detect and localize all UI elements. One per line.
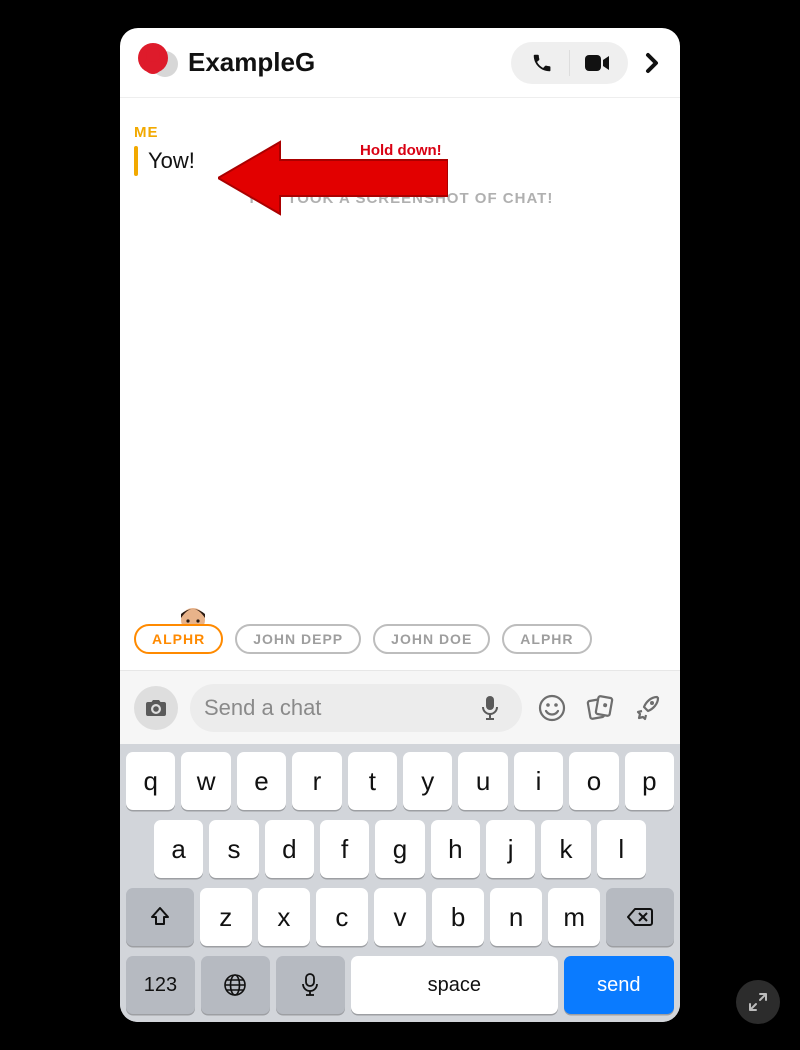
key-globe[interactable] <box>201 956 270 1014</box>
key-r[interactable]: r <box>292 752 341 810</box>
keyboard-row-2: a s d f g h j k l <box>126 820 674 878</box>
key-send[interactable]: send <box>564 956 674 1014</box>
microphone-icon <box>302 973 318 997</box>
key-q[interactable]: q <box>126 752 175 810</box>
collapse-icon <box>747 991 769 1013</box>
collapse-button[interactable] <box>736 980 780 1024</box>
mention-pill[interactable]: JOHN DOE <box>373 624 490 654</box>
annotation-arrow <box>218 138 448 228</box>
cards-button[interactable] <box>582 690 618 726</box>
mention-pill[interactable]: ALPHR <box>502 624 591 654</box>
key-d[interactable]: d <box>265 820 314 878</box>
key-e[interactable]: e <box>237 752 286 810</box>
chat-input-bar: Send a chat <box>120 670 680 744</box>
key-u[interactable]: u <box>458 752 507 810</box>
key-i[interactable]: i <box>514 752 563 810</box>
key-w[interactable]: w <box>181 752 230 810</box>
chat-title[interactable]: ExampleG <box>188 47 511 78</box>
key-b[interactable]: b <box>432 888 484 946</box>
key-k[interactable]: k <box>541 820 590 878</box>
call-buttons-group <box>511 42 628 84</box>
camera-icon <box>145 698 167 718</box>
rocket-button[interactable] <box>630 690 666 726</box>
key-m[interactable]: m <box>548 888 600 946</box>
mic-button[interactable] <box>472 690 508 726</box>
key-dictation[interactable] <box>276 956 345 1014</box>
chat-header: ExampleG <box>120 28 680 98</box>
mention-suggestions: ALPHR JOHN DEPP JOHN DOE ALPHR <box>130 620 680 660</box>
key-o[interactable]: o <box>569 752 618 810</box>
annotation-label: Hold down! <box>360 142 442 159</box>
key-n[interactable]: n <box>490 888 542 946</box>
sender-label: ME <box>134 124 159 141</box>
chat-body: ME Yow! YOU TOOK A SCREENSHOT OF CHAT! H… <box>120 98 680 670</box>
globe-icon <box>223 973 247 997</box>
key-y[interactable]: y <box>403 752 452 810</box>
key-f[interactable]: f <box>320 820 369 878</box>
key-j[interactable]: j <box>486 820 535 878</box>
key-space[interactable]: space <box>351 956 558 1014</box>
system-message: YOU TOOK A SCREENSHOT OF CHAT! <box>120 190 680 207</box>
chat-input-placeholder: Send a chat <box>204 695 472 721</box>
smiley-icon <box>538 694 566 722</box>
video-icon <box>584 53 610 73</box>
keyboard-row-1: q w e r t y u i o p <box>126 752 674 810</box>
key-c[interactable]: c <box>316 888 368 946</box>
key-a[interactable]: a <box>154 820 203 878</box>
group-avatar[interactable] <box>138 43 178 83</box>
keyboard-row-3: z x c v b n m <box>126 888 674 946</box>
microphone-icon <box>481 695 499 721</box>
audio-call-button[interactable] <box>515 45 569 81</box>
key-z[interactable]: z <box>200 888 252 946</box>
phone-frame: ExampleG ME Yow! YOU TOOK A SCREENSHOT O… <box>120 28 680 1022</box>
key-g[interactable]: g <box>375 820 424 878</box>
keyboard-row-4: 123 space send <box>126 956 674 1014</box>
message-text: Yow! <box>148 148 195 174</box>
message-row[interactable]: Yow! <box>134 146 195 176</box>
chevron-right-icon <box>645 52 659 74</box>
mention-pill[interactable]: ALPHR <box>134 624 223 654</box>
camera-button[interactable] <box>134 686 178 730</box>
key-123[interactable]: 123 <box>126 956 195 1014</box>
rocket-icon <box>633 694 663 722</box>
mention-pill[interactable]: JOHN DEPP <box>235 624 361 654</box>
message-accent-bar <box>134 146 138 176</box>
shift-icon <box>149 906 171 928</box>
key-t[interactable]: t <box>348 752 397 810</box>
keyboard: q w e r t y u i o p a s d f g h j k l z <box>120 744 680 1022</box>
key-l[interactable]: l <box>597 820 646 878</box>
backspace-icon <box>626 907 654 927</box>
key-shift[interactable] <box>126 888 194 946</box>
key-v[interactable]: v <box>374 888 426 946</box>
phone-icon <box>531 52 553 74</box>
video-call-button[interactable] <box>570 45 624 81</box>
cards-icon <box>585 694 615 722</box>
chat-settings-button[interactable] <box>638 42 666 84</box>
key-x[interactable]: x <box>258 888 310 946</box>
chat-text-input[interactable]: Send a chat <box>190 684 522 732</box>
emoji-button[interactable] <box>534 690 570 726</box>
key-p[interactable]: p <box>625 752 674 810</box>
key-backspace[interactable] <box>606 888 674 946</box>
key-h[interactable]: h <box>431 820 480 878</box>
key-s[interactable]: s <box>209 820 258 878</box>
